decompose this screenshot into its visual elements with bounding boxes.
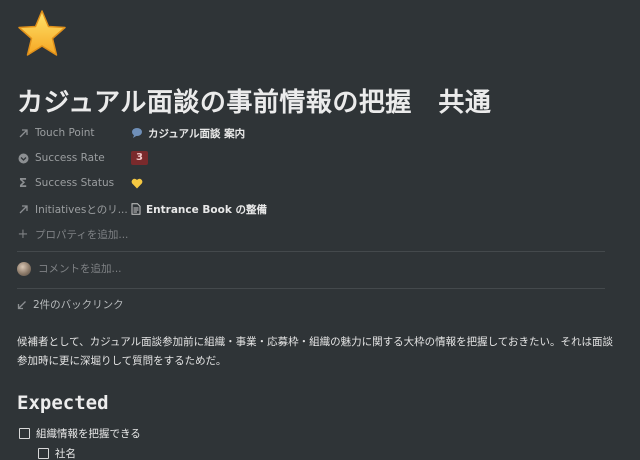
property-success-status[interactable]: Σ Success Status [17,172,148,194]
body-paragraph[interactable]: 候補者として、カジュアル面談参加前に組織・事業・応募枠・組織の魅力に関する大枠の… [17,333,617,371]
add-property-button[interactable]: + プロパティを追加... [17,223,129,245]
property-value[interactable] [131,178,148,189]
backlinks-label: 2件のバックリンク [33,299,124,311]
divider [17,251,605,252]
checkbox[interactable] [38,448,49,459]
todo-item[interactable]: 組織情報を把握できる [19,426,141,441]
document-icon [131,203,141,215]
relation-link-text[interactable]: カジュアル面談 案内 [148,126,245,141]
yellow-heart-icon [131,178,143,189]
property-success-rate[interactable]: Success Rate 3 [17,147,148,169]
arrow-up-right-icon [17,203,29,215]
divider [17,288,605,289]
plus-icon: + [17,226,29,242]
add-property-label: プロパティを追加... [35,228,129,241]
todo-label[interactable]: 社名 [55,446,76,460]
todo-item[interactable]: 社名 [38,446,76,460]
backlinks-toggle[interactable]: 2件のバックリンク [17,297,124,312]
speech-bubble-icon [131,127,143,139]
property-name: Initiativesとのリ... [35,203,128,216]
chevron-circle-icon [17,152,29,164]
property-touch-point[interactable]: Touch Point カジュアル面談 案内 [17,122,245,144]
property-name: Touch Point [35,127,95,139]
checkbox[interactable] [19,428,30,439]
property-value[interactable]: 3 [131,151,148,165]
comment-placeholder: コメントを追加... [38,263,122,275]
page-title[interactable]: カジュアル面談の事前情報の把握 共通 [17,82,491,119]
relation-link-text[interactable]: Entrance Book の整備 [146,202,267,217]
property-name: Success Status [35,177,115,189]
comment-input[interactable]: コメントを追加... [17,261,122,276]
property-name: Success Rate [35,152,105,164]
property-value[interactable]: Entrance Book の整備 [131,202,267,217]
arrow-up-right-icon [17,127,29,139]
property-initiatives[interactable]: Initiativesとのリ... Entrance Book の整備 [17,198,267,220]
page-star-icon[interactable] [16,8,68,60]
sigma-icon: Σ [18,176,28,190]
select-badge[interactable]: 3 [131,151,148,165]
arrow-down-left-icon [17,300,27,310]
section-heading[interactable]: Expected [17,392,109,414]
todo-label[interactable]: 組織情報を把握できる [36,426,141,441]
avatar [17,261,31,276]
property-value[interactable]: カジュアル面談 案内 [131,126,245,141]
